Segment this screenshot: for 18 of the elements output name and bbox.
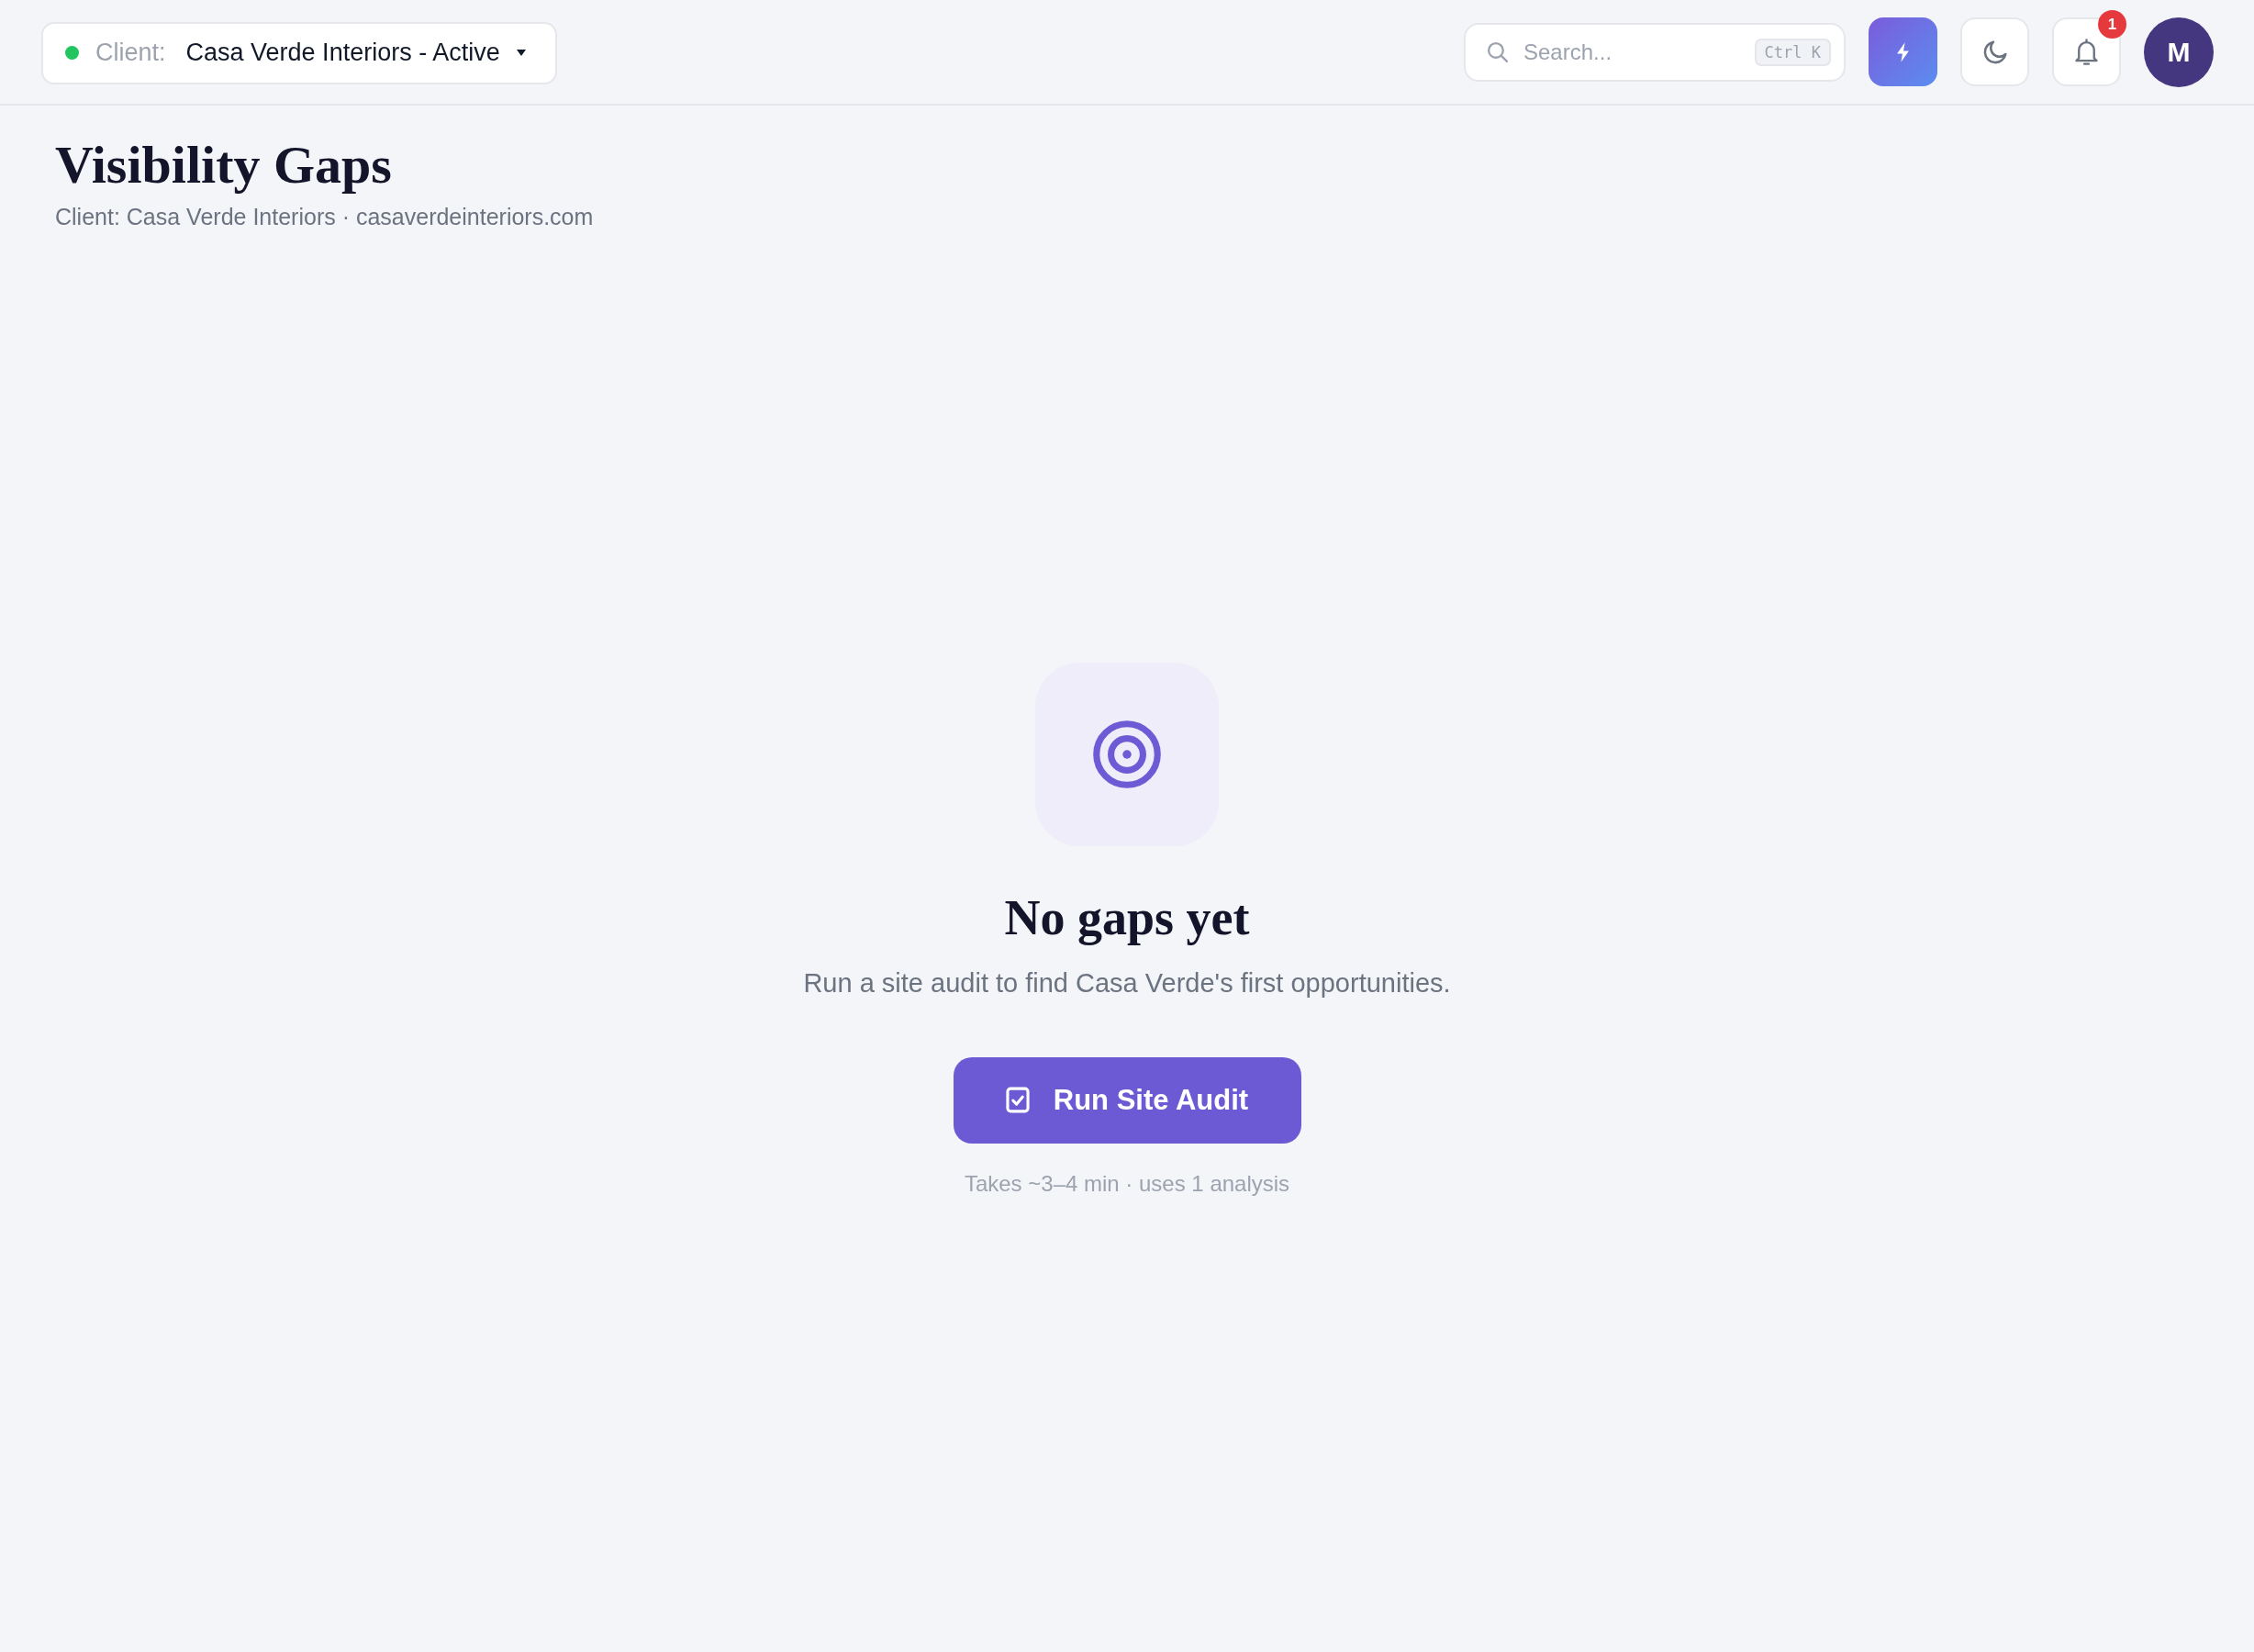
target-icon <box>1035 663 1219 847</box>
shortcut-hint: Ctrl K <box>1754 38 1831 66</box>
empty-state-title: No gaps yet <box>1004 889 1250 948</box>
search-input[interactable]: Search... <box>1523 35 1747 69</box>
audit-note: Takes ~3–4 min · uses 1 analysis <box>964 1169 1290 1198</box>
user-avatar[interactable]: M <box>2144 17 2214 87</box>
theme-toggle-button[interactable] <box>1960 17 2029 86</box>
lightning-icon <box>1896 41 1910 62</box>
clipboard-check-icon <box>1005 1087 1030 1114</box>
empty-state-description: Run a site audit to find Casa Verde's first opportunities. <box>803 967 1451 1000</box>
search-icon <box>1486 40 1509 63</box>
notification-badge: 1 <box>2098 10 2126 39</box>
quick-action-button[interactable] <box>1869 17 1937 86</box>
page-subtitle: Client: Casa Verde Interiors · casaverdeinteriors.com <box>55 203 594 230</box>
caret-icon <box>516 50 526 56</box>
page-title: Visibility Gaps <box>55 135 392 196</box>
client-selector[interactable]: Client: Casa Verde Interiors - Active <box>41 21 557 84</box>
run-site-audit-button[interactable]: Run Site Audit <box>953 1056 1301 1144</box>
